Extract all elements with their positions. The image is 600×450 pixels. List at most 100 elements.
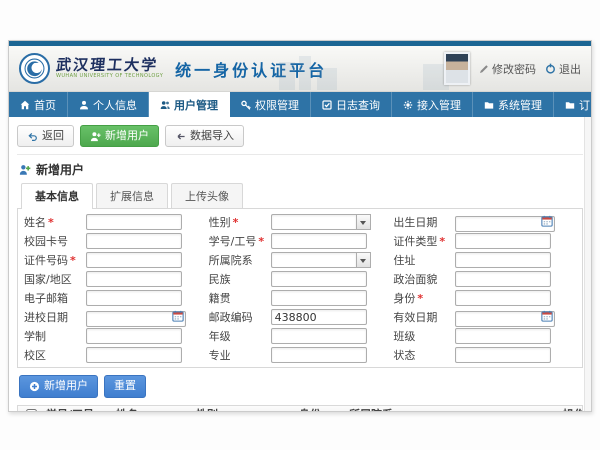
identity-input[interactable] <box>455 290 551 306</box>
add-user-toolbar-button[interactable]: 新增用户 <box>80 125 159 147</box>
name-input[interactable] <box>86 214 182 230</box>
nav-label: 首页 <box>34 97 56 113</box>
change-password-label: 修改密码 <box>492 61 536 77</box>
user-avatar[interactable] <box>444 52 470 85</box>
country-input[interactable] <box>86 271 182 287</box>
required-asterisk: * <box>258 235 264 248</box>
email-input[interactable] <box>86 290 182 306</box>
form-field-student-id: 学号/工号* <box>209 233 392 249</box>
app-window: 武汉理工大学 WUHAN UNIVERSITY OF TECHNOLOGY 统一… <box>8 40 592 412</box>
required-asterisk: * <box>70 254 76 267</box>
logout-button[interactable]: 退出 <box>545 61 581 77</box>
postal-code-input[interactable] <box>271 309 367 325</box>
field-label: 有效日期 <box>393 309 455 325</box>
data-import-button[interactable]: 数据导入 <box>165 125 244 147</box>
university-name-cn: 武汉理工大学 <box>55 58 164 74</box>
back-button[interactable]: 返回 <box>17 125 74 147</box>
add-user-icon <box>90 131 101 142</box>
form-field-entry-date: 进校日期 <box>24 309 207 325</box>
department-select[interactable] <box>271 252 371 268</box>
entry-date-field[interactable] <box>86 311 186 327</box>
status-input[interactable] <box>455 347 551 363</box>
campus-card-input[interactable] <box>86 233 182 249</box>
column-header-actions: 操作 <box>561 406 582 412</box>
change-password-button[interactable]: 修改密码 <box>479 61 536 77</box>
form-field-address: 住址 <box>393 252 576 268</box>
entry-date-input[interactable] <box>86 308 186 328</box>
campus-input[interactable] <box>86 347 182 363</box>
valid-date-field[interactable] <box>455 311 555 327</box>
nav-item-system-management[interactable]: 系统管理 <box>473 92 554 117</box>
checklist-icon <box>322 100 332 110</box>
nav-label: 用户管理 <box>174 97 218 113</box>
required-asterisk: * <box>233 216 239 229</box>
reset-label: 重置 <box>114 379 136 393</box>
field-label: 民族 <box>209 271 271 287</box>
nav-item-home[interactable]: 首页 <box>9 92 68 117</box>
tab-basic-info[interactable]: 基本信息 <box>21 183 93 209</box>
tab-upload-avatar[interactable]: 上传头像 <box>171 183 243 208</box>
form-actions: 新增用户 重置 <box>17 368 583 402</box>
required-asterisk: * <box>439 235 445 248</box>
student-id-input[interactable] <box>271 233 367 249</box>
gender-select[interactable] <box>271 214 371 230</box>
nav-label: 接入管理 <box>417 97 461 113</box>
nav-item-subscription-management[interactable]: 订阅管理 <box>554 92 592 117</box>
user-table: 学号/工号 姓名 性别 身份 所属院系 操作 <box>17 405 583 412</box>
university-name-block: 武汉理工大学 WUHAN UNIVERSITY OF TECHNOLOGY <box>56 58 163 79</box>
form-field-campus-card: 校园卡号 <box>24 233 207 249</box>
header-banner: 武汉理工大学 WUHAN UNIVERSITY OF TECHNOLOGY 统一… <box>9 46 591 92</box>
ethnicity-input[interactable] <box>271 271 367 287</box>
nav-item-personal-info[interactable]: 个人信息 <box>68 92 149 117</box>
basic-info-panel: 姓名* 性别* 出生日期 校园卡号 <box>17 208 583 368</box>
calendar-icon[interactable] <box>172 310 184 322</box>
tab-extended-info[interactable]: 扩展信息 <box>96 183 168 208</box>
user-icon <box>79 100 89 110</box>
nav-item-access-management[interactable]: 接入管理 <box>392 92 473 117</box>
address-input[interactable] <box>455 252 551 268</box>
birth-date-field[interactable] <box>455 216 555 232</box>
major-input[interactable] <box>271 347 367 363</box>
column-header-department: 所属院系 <box>347 406 561 412</box>
education-length-input[interactable] <box>86 328 182 344</box>
field-label: 籍贯 <box>209 290 271 306</box>
field-label: 班级 <box>393 328 455 344</box>
field-label: 证件号码* <box>24 252 86 268</box>
submit-add-user-button[interactable]: 新增用户 <box>19 375 98 397</box>
logo-swirl-icon <box>24 58 45 79</box>
native-place-input[interactable] <box>271 290 367 306</box>
user-table-header: 学号/工号 姓名 性别 身份 所属院系 操作 <box>18 406 582 412</box>
calendar-icon[interactable] <box>541 310 553 322</box>
users-icon <box>160 100 170 110</box>
id-type-input[interactable] <box>455 233 551 249</box>
vertical-scrollbar[interactable] <box>584 117 591 411</box>
power-icon <box>545 63 556 74</box>
data-import-label: 数据导入 <box>190 129 234 143</box>
valid-date-input[interactable] <box>455 308 555 328</box>
class-input[interactable] <box>455 328 551 344</box>
nav-item-permission-management[interactable]: 权限管理 <box>230 92 311 117</box>
nav-item-user-management[interactable]: 用户管理 <box>149 92 230 117</box>
field-label: 进校日期 <box>24 309 86 325</box>
submit-add-user-label: 新增用户 <box>44 379 88 393</box>
calendar-icon[interactable] <box>541 215 553 227</box>
birth-date-input[interactable] <box>455 213 555 233</box>
reset-button[interactable]: 重置 <box>104 375 146 397</box>
select-all-checkbox[interactable] <box>26 409 37 412</box>
folder-icon <box>565 100 575 110</box>
logout-label: 退出 <box>559 61 581 77</box>
form-field-identity: 身份* <box>393 290 576 306</box>
gear-icon <box>403 100 413 110</box>
required-asterisk: * <box>417 292 423 305</box>
form-field-email: 电子邮箱 <box>24 290 207 306</box>
political-status-input[interactable] <box>455 271 551 287</box>
form-field-gender: 性别* <box>209 214 392 230</box>
form-field-native-place: 籍贯 <box>209 290 392 306</box>
field-label: 学号/工号* <box>209 233 271 249</box>
form-field-name: 姓名* <box>24 214 207 230</box>
nav-item-log-query[interactable]: 日志查询 <box>311 92 392 117</box>
form-tabs: 基本信息 扩展信息 上传头像 <box>17 183 583 208</box>
grade-input[interactable] <box>271 328 367 344</box>
id-number-input[interactable] <box>86 252 182 268</box>
field-label: 性别* <box>209 214 271 230</box>
